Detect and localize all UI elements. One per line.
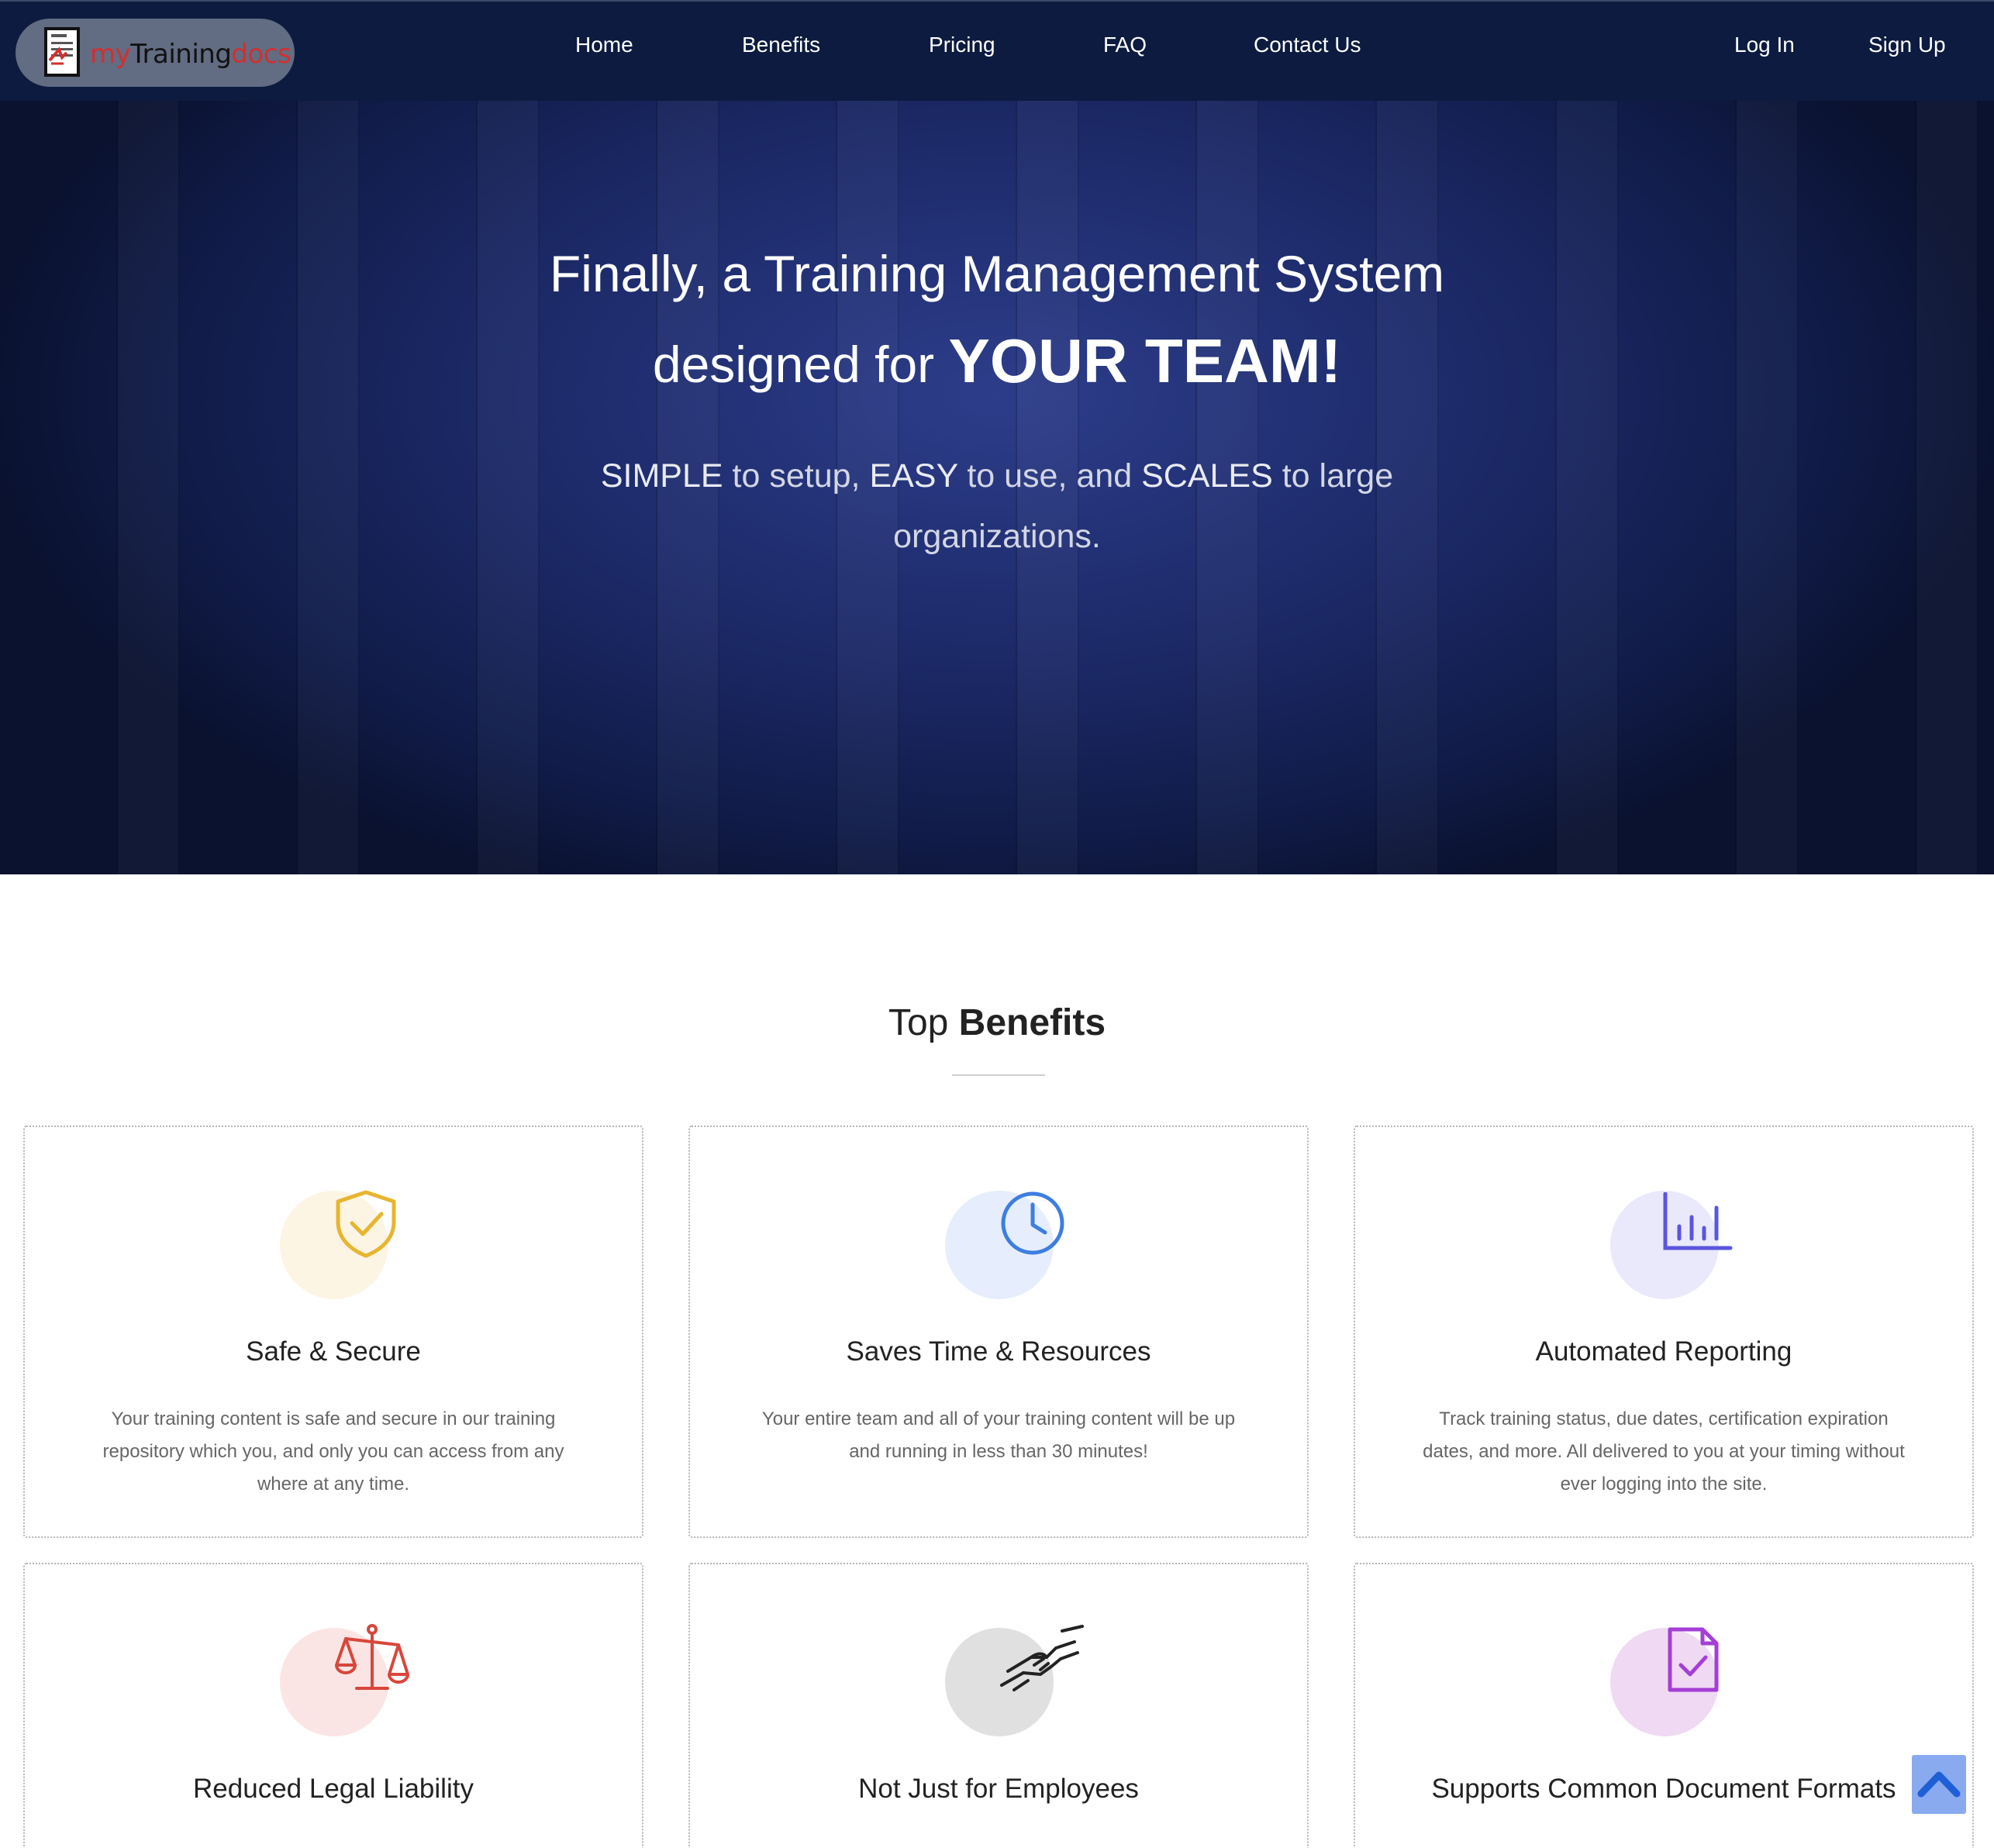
benefit-card-automated-reporting: Automated Reporting Track training statu… [1354,1126,1974,1538]
card-title: Automated Reporting [1535,1336,1792,1367]
benefits-title: Top Benefits [888,1002,1106,1043]
card-description: Track training status, due dates, certif… [1423,1408,1905,1495]
nav-sign-up[interactable]: Sign Up [1868,33,1946,57]
hero-headline: Finally, a Training Management System [549,245,1445,302]
nav-home[interactable]: Home [575,33,633,57]
card-description: Your training content is safe and secure… [102,1408,564,1495]
title-divider [952,1074,1045,1076]
benefit-card-safe-secure: Safe & Secure Your training content is s… [23,1126,643,1538]
card-title: Reduced Legal Liability [193,1774,474,1804]
chevron-up-icon [1917,1771,1961,1798]
benefit-card-saves-time: Saves Time & Resources Your entire team … [688,1126,1309,1538]
nav-benefits[interactable]: Benefits [742,33,820,57]
scales-icon [335,1624,409,1690]
hero-headline-2: designed for YOUR TEAM! [652,326,1342,395]
clock-icon [1001,1191,1064,1255]
logo[interactable]: myTrainingdocs [16,19,295,87]
shield-check-icon [336,1190,396,1258]
nav-contact-us[interactable]: Contact Us [1254,33,1361,57]
benefit-card-legal-liability: Reduced Legal Liability [23,1563,643,1848]
logo-document-icon [44,27,80,77]
nav-log-in[interactable]: Log In [1734,33,1795,57]
document-check-icon [1668,1627,1719,1692]
benefit-card-document-formats: Supports Common Document Formats [1354,1563,1974,1848]
navbar: myTrainingdocs Home Benefits Pricing FAQ… [0,0,1994,101]
card-description: Your entire team and all of your trainin… [761,1408,1236,1462]
logo-text: myTrainingdocs [90,39,292,70]
card-title: Saves Time & Resources [846,1336,1151,1367]
hero-subheadline: SIMPLE to setup, EASY to use, and SCALES… [600,457,1394,555]
hero-banner: Finally, a Training Management System de… [0,101,1994,874]
card-title: Not Just for Employees [858,1774,1139,1804]
card-title: Supports Common Document Formats [1431,1774,1896,1804]
bar-chart-icon [1663,1192,1733,1250]
nav-faq[interactable]: FAQ [1103,33,1147,57]
scroll-to-top-button[interactable] [1912,1755,1966,1814]
card-title: Safe & Secure [246,1336,421,1367]
nav-pricing[interactable]: Pricing [929,33,995,57]
benefit-card-not-just-employees: Not Just for Employees [688,1563,1309,1848]
handshake-icon [1000,1625,1084,1691]
